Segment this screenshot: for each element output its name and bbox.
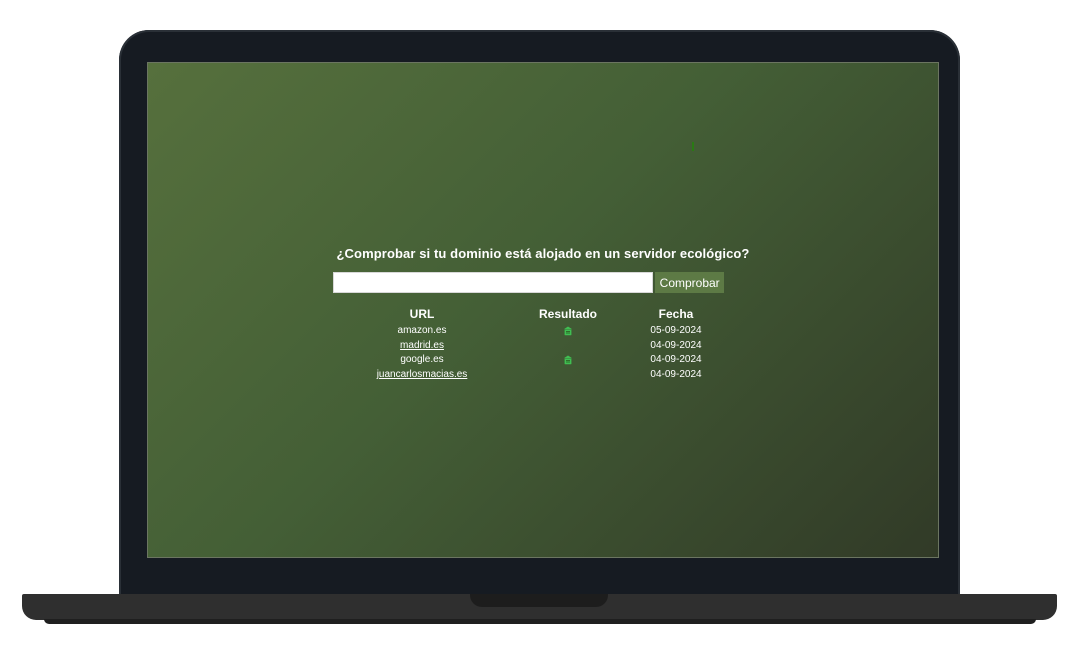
result-cell bbox=[511, 324, 625, 339]
result-cell bbox=[511, 353, 625, 368]
url-column-header: URL bbox=[409, 307, 435, 321]
domain-link[interactable]: juancarlosmacias.es bbox=[377, 369, 468, 380]
results-body: amazon.es 05-09-2024 madrid.es 04-09-2024 go… bbox=[333, 324, 727, 382]
result-column-header: Resultado bbox=[538, 307, 597, 321]
domain-text: amazon.es bbox=[397, 325, 447, 337]
green-server-icon bbox=[563, 326, 573, 335]
green-server-icon bbox=[563, 355, 573, 364]
date-cell: 05-09-2024 bbox=[650, 325, 702, 337]
url-cell: juancarlosmacias.es bbox=[333, 368, 511, 383]
results-header-row: URL Resultado Fecha bbox=[333, 306, 727, 324]
laptop-base-shadow bbox=[44, 619, 1036, 624]
date-cell: 04-09-2024 bbox=[650, 339, 702, 351]
laptop-mockup: ¿Comprobar si tu dominio está alojado en… bbox=[0, 0, 1080, 660]
table-row: amazon.es 05-09-2024 bbox=[333, 324, 727, 339]
domain-link[interactable]: madrid.es bbox=[400, 340, 444, 351]
table-row: madrid.es 04-09-2024 bbox=[333, 339, 727, 354]
url-cell: amazon.es bbox=[333, 324, 511, 339]
laptop-notch bbox=[470, 594, 608, 607]
table-row: google.es 04-09-2024 bbox=[333, 353, 727, 368]
result-cell bbox=[511, 368, 625, 383]
url-cell: google.es bbox=[333, 353, 511, 368]
domain-check-form: Comprobar bbox=[333, 272, 724, 293]
results-table: URL Resultado Fecha amazon.es 05-09-2024 m… bbox=[333, 306, 727, 382]
date-column-header: Fecha bbox=[658, 307, 694, 321]
page-title: ¿Comprobar si tu dominio está alojado en… bbox=[336, 246, 750, 261]
date-cell: 04-09-2024 bbox=[650, 354, 702, 366]
domain-input[interactable] bbox=[333, 272, 654, 293]
check-button[interactable]: Comprobar bbox=[655, 272, 724, 293]
result-cell bbox=[511, 339, 625, 354]
screen: ¿Comprobar si tu dominio está alojado en… bbox=[147, 62, 939, 558]
date-cell: 04-09-2024 bbox=[650, 368, 702, 380]
url-cell: madrid.es bbox=[333, 339, 511, 354]
table-row: juancarlosmacias.es 04-09-2024 bbox=[333, 368, 727, 383]
decorative-mark bbox=[692, 142, 694, 151]
domain-text: google.es bbox=[400, 354, 444, 366]
